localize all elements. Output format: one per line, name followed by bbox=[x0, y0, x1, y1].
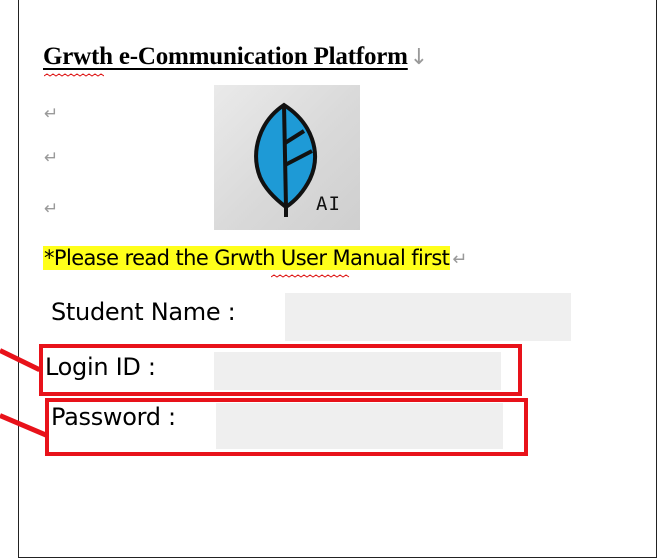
grwth-logo: AI bbox=[214, 85, 360, 230]
document-page bbox=[18, 0, 657, 558]
return-mark: ↵ bbox=[44, 104, 59, 124]
student-name-label: Student Name : bbox=[51, 298, 236, 326]
password-highlight-box bbox=[45, 398, 528, 456]
notice-text: *Please read the Grwth User Manual first bbox=[43, 246, 451, 270]
return-mark: ↵ bbox=[44, 199, 59, 219]
login-id-highlight-box bbox=[39, 344, 522, 396]
notice-line: *Please read the Grwth User Manual first… bbox=[43, 240, 467, 276]
spellcheck-underline bbox=[44, 73, 104, 77]
student-name-field[interactable] bbox=[285, 293, 571, 341]
document-title: Grwth e-Communication Platform↓ bbox=[43, 43, 428, 71]
title-text: Grwth e-Communication Platform bbox=[43, 43, 408, 70]
paragraph-mark: ↓ bbox=[409, 45, 428, 70]
return-mark: ↵ bbox=[44, 148, 59, 168]
spellcheck-underline bbox=[271, 274, 350, 278]
logo-ai-label: AI bbox=[316, 193, 341, 215]
return-mark: ↵ bbox=[452, 249, 468, 270]
